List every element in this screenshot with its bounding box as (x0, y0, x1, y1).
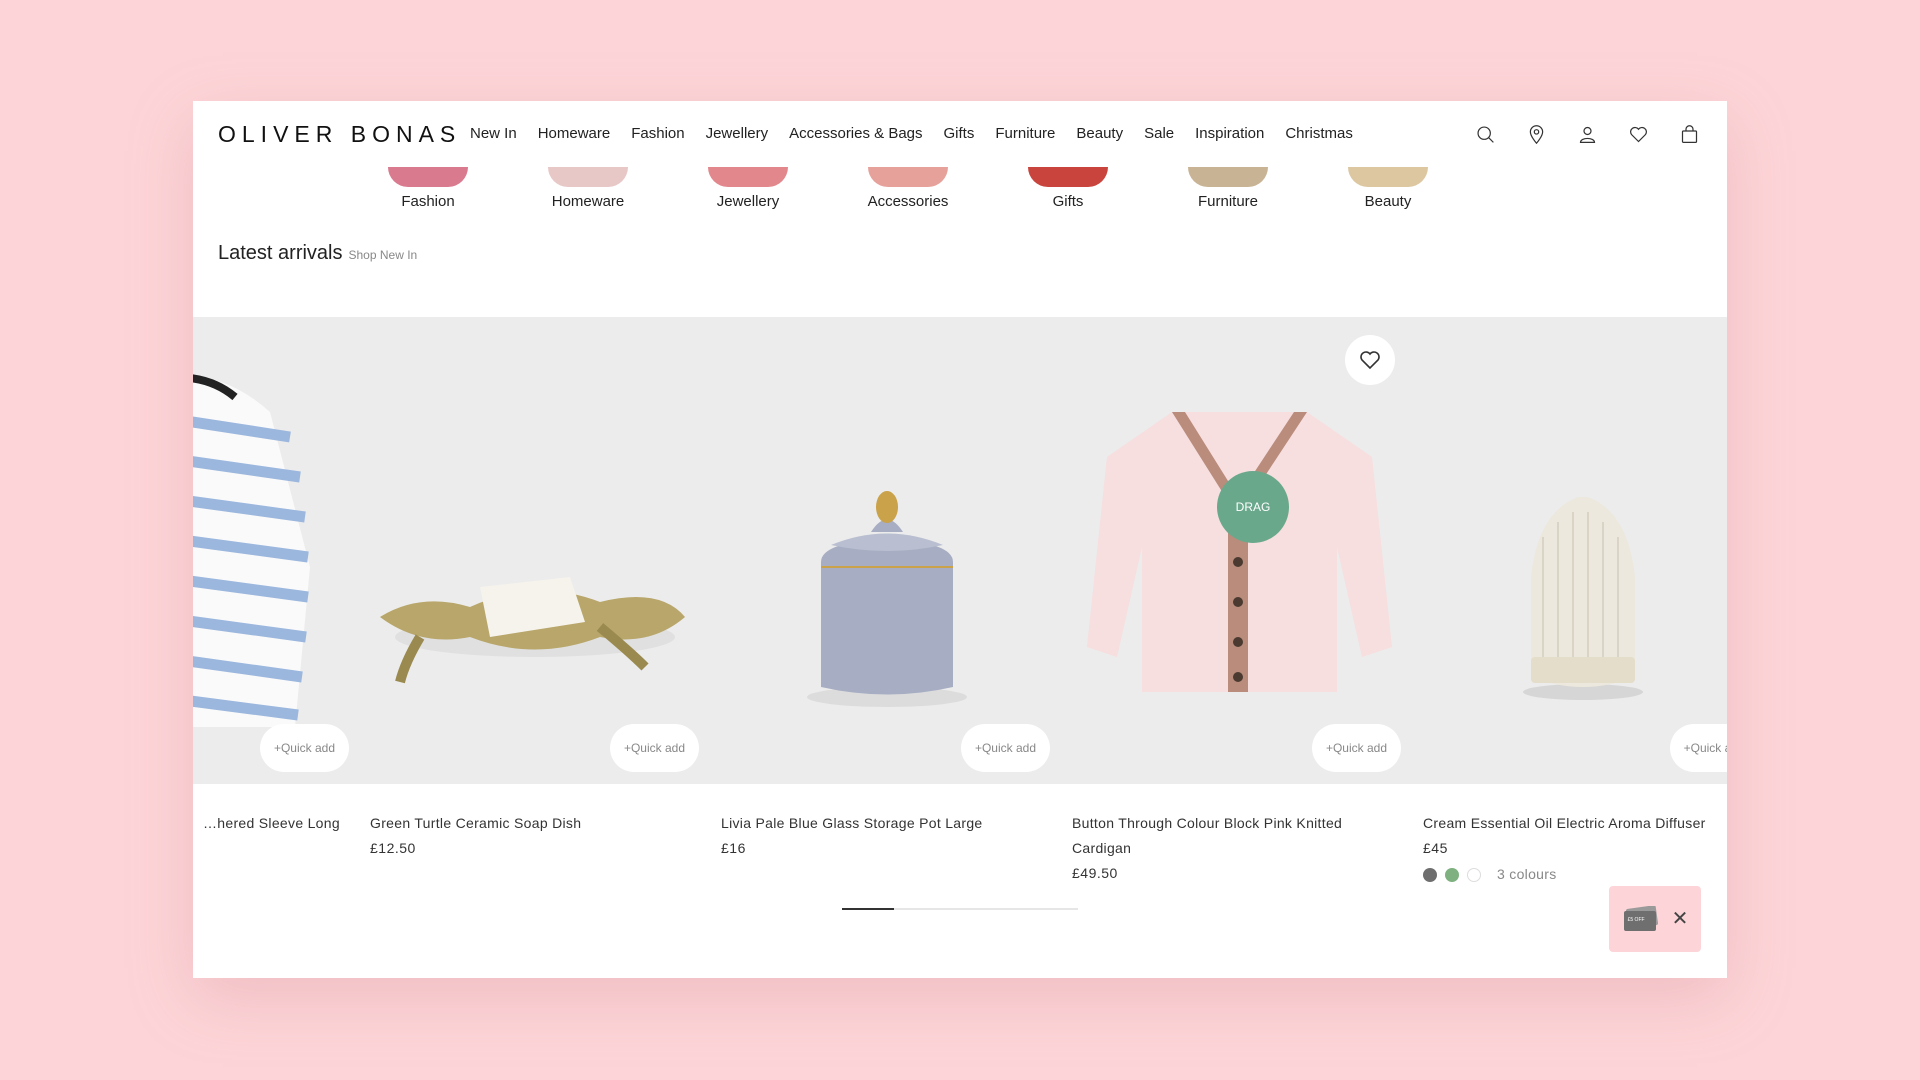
quick-add-button[interactable]: +Quick add (259, 724, 349, 772)
product-name[interactable]: Cream Essential Oil Electric Aroma Diffu… (1423, 815, 1706, 831)
voucher-popup: £5 OFF ✕ (1609, 886, 1701, 952)
turtle-soap-dish-illustration (360, 317, 711, 784)
category-label: Jewellery (716, 193, 780, 210)
voucher-card-icon[interactable]: £5 OFF (1622, 905, 1660, 932)
wishlist-icon[interactable] (1625, 121, 1651, 147)
product-price: £16 (721, 840, 746, 856)
product-card[interactable]: +Quick add …hered Sleeve Long (193, 317, 361, 877)
search-icon[interactable] (1472, 121, 1498, 147)
category-homeware-image (548, 167, 628, 187)
nav-item-beauty[interactable]: Beauty (1076, 125, 1123, 142)
bag-icon[interactable] (1676, 121, 1702, 147)
category-furniture[interactable]: Furniture (1173, 167, 1283, 210)
striped-top-illustration (193, 317, 361, 784)
nav-item-furniture[interactable]: Furniture (995, 125, 1055, 142)
quick-add-button[interactable]: +Quick add (1311, 724, 1401, 772)
nav-item-gifts[interactable]: Gifts (944, 125, 975, 142)
category-jewellery-image (708, 167, 788, 187)
category-furniture-image (1188, 167, 1268, 187)
colours-count: 3 colours (1497, 866, 1557, 882)
product-card[interactable]: +Quick add Green Turtle Ceramic Soap Dis… (360, 317, 711, 877)
product-info: Green Turtle Ceramic Soap Dish £12.50 (370, 811, 700, 861)
latest-arrivals-heading: Latest arrivals Shop New In (218, 242, 417, 265)
product-price: £49.50 (1072, 865, 1118, 881)
nav-item-inspiration[interactable]: Inspiration (1195, 125, 1264, 142)
quick-add-button[interactable]: +Quick add (609, 724, 699, 772)
product-image[interactable]: +Quick add (193, 317, 361, 784)
drag-cursor: DRAG (1217, 471, 1289, 543)
category-label: Homeware (551, 193, 625, 210)
site-logo[interactable]: OLIVER BONAS (218, 121, 461, 148)
product-info: Button Through Colour Block Pink Knitted… (1072, 811, 1402, 886)
category-label: Fashion (401, 193, 455, 210)
location-icon[interactable] (1523, 121, 1549, 147)
wishlist-heart-button[interactable] (1345, 335, 1395, 385)
category-accessories[interactable]: Accessories (853, 167, 963, 210)
nav-item-new-in[interactable]: New In (470, 125, 517, 142)
product-price: £12.50 (370, 840, 416, 856)
shop-new-in-link[interactable]: Shop New In (349, 248, 418, 262)
header-icons (1447, 121, 1702, 147)
swatch-grey[interactable] (1423, 867, 1437, 882)
browser-window: OLIVER BONAS New In Homeware Fashion Jew… (193, 101, 1727, 978)
heart-icon (1360, 351, 1380, 370)
category-strip: Fashion Homeware Jewellery Accessories G… (193, 167, 1727, 247)
aroma-diffuser-illustration (1413, 317, 1727, 784)
product-name[interactable]: Livia Pale Blue Glass Storage Pot Large (721, 815, 983, 831)
product-image[interactable]: +Quick add (711, 317, 1062, 784)
product-name[interactable]: Green Turtle Ceramic Soap Dish (370, 815, 581, 831)
main-nav: New In Homeware Fashion Jewellery Access… (470, 125, 1374, 142)
quick-add-button[interactable]: +Quick add (960, 724, 1050, 772)
product-card[interactable]: +Quick add Button Through Colour Block P… (1062, 317, 1413, 881)
category-label: Accessories (867, 193, 949, 210)
product-price: £45 (1423, 840, 1448, 856)
category-label: Gifts (1052, 193, 1084, 210)
category-beauty-image (1348, 167, 1428, 187)
colour-swatches: 3 colours (1423, 862, 1727, 887)
carousel-progress[interactable] (842, 908, 1078, 910)
product-card[interactable]: +Quick ad Cream Essential Oil Electric A… (1413, 317, 1727, 882)
product-info: Livia Pale Blue Glass Storage Pot Large … (721, 811, 1051, 861)
product-info: Cream Essential Oil Electric Aroma Diffu… (1423, 811, 1727, 887)
nav-item-homeware[interactable]: Homeware (538, 125, 611, 142)
product-carousel[interactable]: +Quick add …hered Sleeve Long +Quick add (193, 317, 1727, 882)
nav-item-sale[interactable]: Sale (1144, 125, 1174, 142)
category-label: Furniture (1197, 193, 1259, 210)
quick-add-button[interactable]: +Quick ad (1669, 724, 1727, 772)
product-card[interactable]: +Quick add Livia Pale Blue Glass Storage… (711, 317, 1062, 877)
swatch-white[interactable] (1467, 867, 1481, 882)
nav-item-fashion[interactable]: Fashion (631, 125, 684, 142)
section-title: Latest arrivals (218, 242, 343, 264)
product-name[interactable]: Button Through Colour Block Pink Knitted… (1072, 815, 1342, 856)
category-gifts[interactable]: Gifts (1013, 167, 1123, 210)
nav-item-accessories-bags[interactable]: Accessories & Bags (789, 125, 922, 142)
category-beauty[interactable]: Beauty (1333, 167, 1443, 210)
product-image[interactable]: +Quick add (1062, 317, 1413, 784)
close-icon[interactable]: ✕ (1672, 909, 1689, 929)
category-gifts-image (1028, 167, 1108, 187)
category-accessories-image (868, 167, 948, 187)
category-label: Beauty (1364, 193, 1412, 210)
swatch-green[interactable] (1445, 867, 1459, 882)
glass-storage-pot-illustration (711, 317, 1062, 784)
product-image[interactable]: +Quick add (360, 317, 711, 784)
category-fashion[interactable]: Fashion (373, 167, 483, 210)
category-homeware[interactable]: Homeware (533, 167, 643, 210)
nav-item-jewellery[interactable]: Jewellery (706, 125, 769, 142)
product-image[interactable]: +Quick ad (1413, 317, 1727, 784)
nav-item-christmas[interactable]: Christmas (1285, 125, 1353, 142)
category-jewellery[interactable]: Jewellery (693, 167, 803, 210)
carousel-progress-fill (842, 908, 894, 910)
product-name[interactable]: …hered Sleeve Long (203, 815, 340, 831)
voucher-text: £5 OFF (1627, 917, 1645, 923)
pink-cardigan-illustration (1062, 317, 1413, 784)
account-icon[interactable] (1574, 121, 1600, 147)
category-fashion-image (388, 167, 468, 187)
site-header: OLIVER BONAS New In Homeware Fashion Jew… (193, 101, 1727, 167)
